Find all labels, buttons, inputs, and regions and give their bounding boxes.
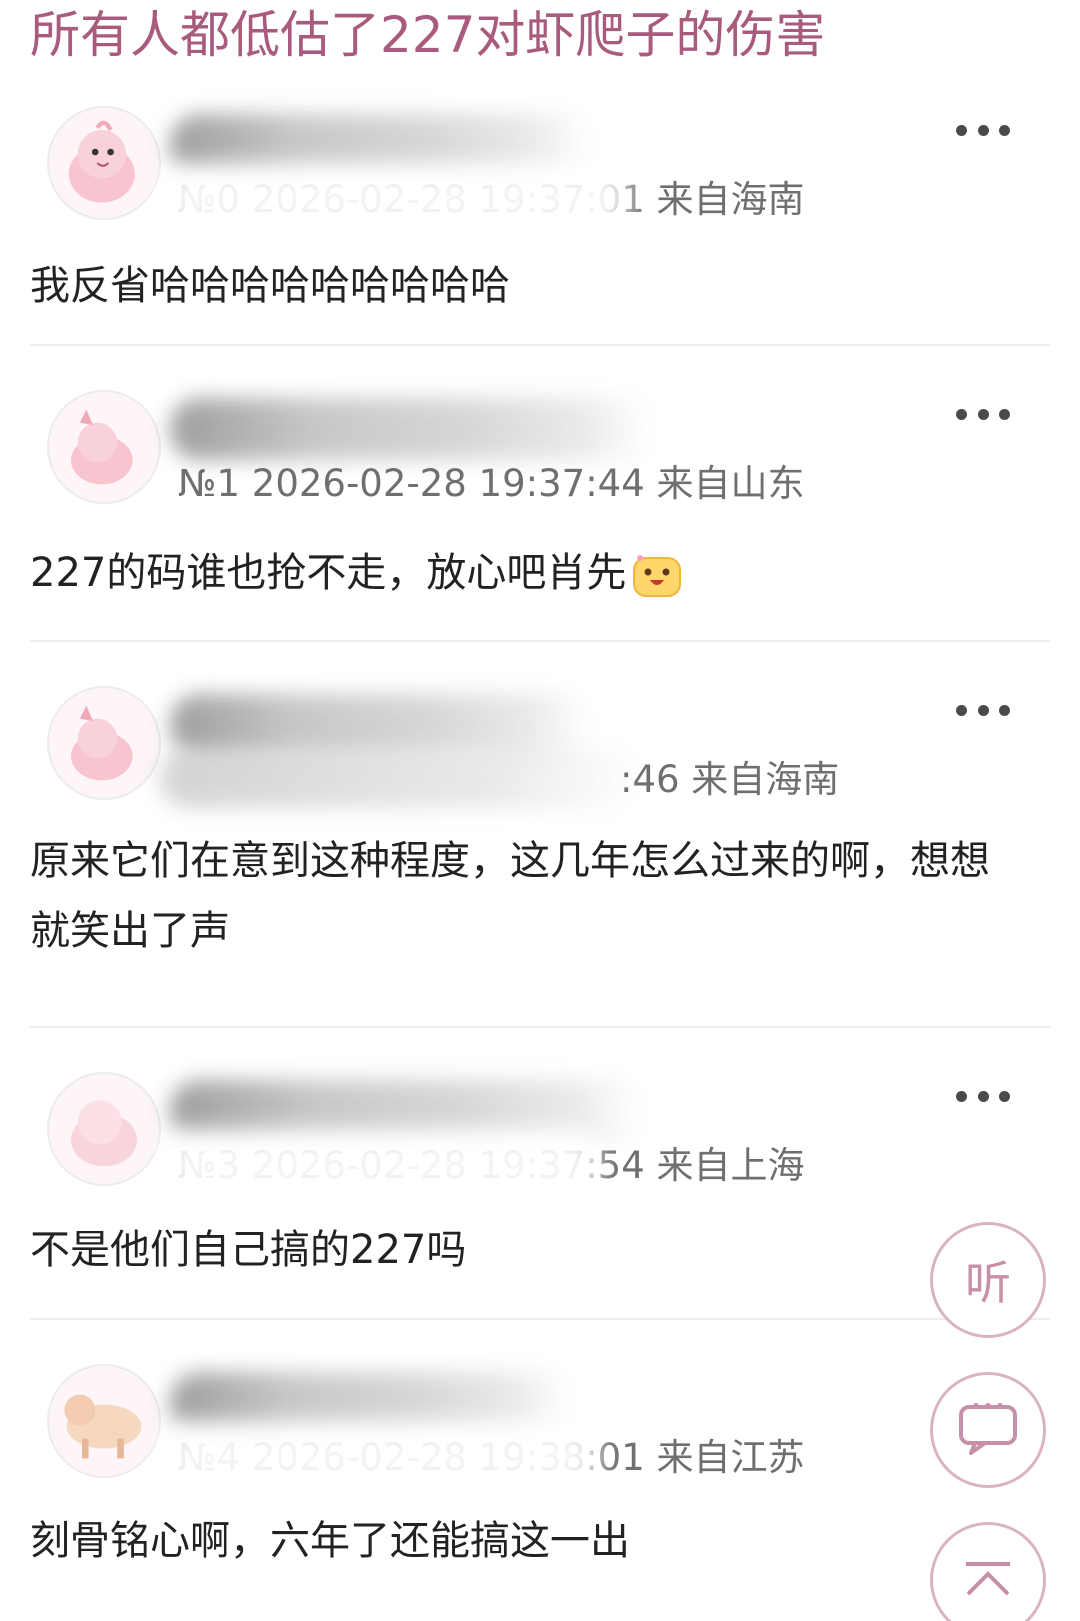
page-title: 所有人都低估了227对虾爬子的伤害 bbox=[30, 6, 826, 64]
privacy-blur bbox=[160, 164, 630, 234]
more-options-icon[interactable] bbox=[956, 1084, 1010, 1108]
username-blurred[interactable] bbox=[170, 398, 650, 460]
reply-text: 刻骨铭心啊，六年了还能搞这一出 bbox=[30, 1518, 630, 1564]
privacy-blur bbox=[160, 1422, 600, 1492]
avatar[interactable] bbox=[47, 106, 161, 220]
reply-item: №3 2026-02-28 19:37:54 来自上海 不是他们自己搞的227吗 bbox=[30, 1072, 1050, 1320]
pink-cartoon-avatar-icon bbox=[71, 409, 133, 485]
more-options-icon[interactable] bbox=[956, 402, 1010, 426]
comment-button[interactable] bbox=[930, 1372, 1046, 1488]
pink-cartoon-avatar-icon bbox=[71, 1100, 137, 1167]
username-blurred[interactable] bbox=[170, 694, 590, 756]
privacy-blur bbox=[160, 748, 640, 808]
more-options-icon[interactable] bbox=[956, 698, 1010, 722]
avatar[interactable] bbox=[47, 686, 161, 800]
reply-text: 原来它们在意到这种程度，这几年怎么过来的啊，想想就笑出了声 bbox=[30, 838, 990, 954]
privacy-blur bbox=[160, 1130, 600, 1200]
pink-cartoon-avatar-icon bbox=[68, 120, 135, 203]
back-to-top-icon bbox=[966, 1562, 1010, 1596]
reply-meta: :46 来自海南 bbox=[620, 758, 840, 801]
reply-item: №4 2026-02-28 19:38:01 来自江苏 刻骨铭心啊，六年了还能搞… bbox=[30, 1364, 1050, 1621]
more-options-icon[interactable] bbox=[956, 118, 1010, 142]
reply-text-body: 227的码谁也抢不走，放心吧肖先 bbox=[30, 550, 627, 596]
pink-cartoon-avatar-icon bbox=[71, 705, 133, 781]
avatar[interactable] bbox=[47, 1364, 161, 1478]
reply-meta: №1 2026-02-28 19:37:44 来自山东 bbox=[178, 462, 805, 505]
avatar[interactable] bbox=[47, 390, 161, 504]
avatar[interactable] bbox=[47, 1072, 161, 1186]
listen-button[interactable]: 听 bbox=[930, 1222, 1046, 1338]
listen-label: 听 bbox=[965, 1256, 1011, 1310]
reply-item: №0 2026-02-28 19:37:01 来自海南 我反省哈哈哈哈哈哈哈哈哈 bbox=[30, 106, 1050, 346]
reply-text: 不是他们自己搞的227吗 bbox=[30, 1227, 467, 1273]
happy-face-emoji-icon bbox=[633, 555, 682, 597]
reply-item: №1 2026-02-28 19:37:44 来自山东 227的码谁也抢不走，放… bbox=[30, 390, 1050, 642]
orange-cartoon-avatar-icon bbox=[64, 1394, 142, 1459]
comment-bubble-icon bbox=[959, 1403, 1017, 1455]
reply-item: :46 来自海南 原来它们在意到这种程度，这几年怎么过来的啊，想想就笑出了声 bbox=[30, 686, 1050, 1028]
reply-text: 我反省哈哈哈哈哈哈哈哈哈 bbox=[30, 263, 510, 309]
reply-text: 227的码谁也抢不走，放心吧肖先 bbox=[30, 538, 990, 608]
